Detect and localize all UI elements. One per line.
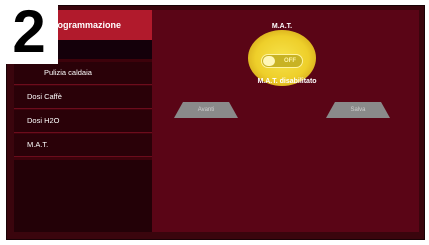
toggle-knob [263,56,275,66]
sidebar-item-dosi-h2o[interactable]: Dosi H2O [14,110,152,133]
mat-toggle[interactable]: OFF [261,54,303,68]
main-panel: M.A.T. OFF M.A.T. disabilitato Avanti Sa… [152,10,419,232]
sidebar-item-pulizia-caldaia[interactable]: Pulizia caldaia [14,62,152,85]
device-screen: Programmazione Pulizia caldaia Dosi Caff… [14,10,419,232]
right-button[interactable]: Salva [326,102,390,118]
sidebar-item-dosi-caffe[interactable]: Dosi Caffè [14,86,152,109]
left-button[interactable]: Avanti [174,102,238,118]
mat-title: M.A.T. [271,23,293,30]
sidebar-empty-area [14,160,152,232]
toggle-label: OFF [284,58,296,64]
mat-status-text: M.A.T. disabilitato [257,78,317,85]
step-number-badge: 2 [0,0,58,64]
sidebar-item-mat[interactable]: M.A.T. [14,134,152,157]
